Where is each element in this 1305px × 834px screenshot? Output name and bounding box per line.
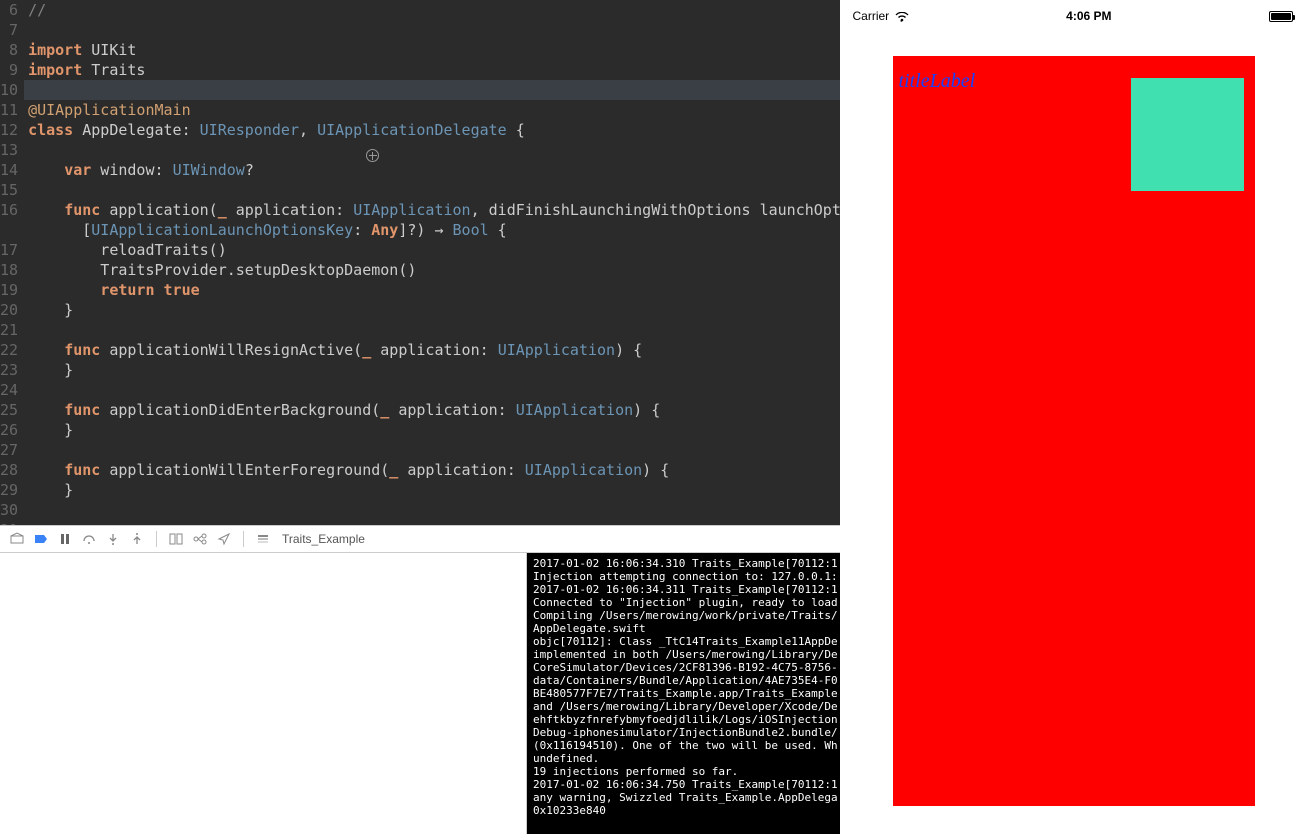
line-number: 10 (0, 80, 18, 100)
wifi-icon (895, 11, 909, 21)
caret-indicator-icon (366, 149, 379, 162)
console-output[interactable]: 2017-01-02 16:06:34.310 Traits_Example[7… (527, 553, 840, 834)
code-line[interactable]: func application(_ application: UIApplic… (24, 200, 840, 220)
clock-label: 4:06 PM (1066, 9, 1111, 23)
code-line[interactable]: func applicationDidEnterBackground(_ app… (24, 400, 840, 420)
breakpoint-icon[interactable] (32, 530, 50, 548)
line-gutter: 678910111213141516 1718192021222324252627… (0, 0, 24, 525)
code-line[interactable] (24, 380, 840, 400)
code-line[interactable] (24, 180, 840, 200)
step-over-icon[interactable] (80, 530, 98, 548)
line-number: 18 (0, 260, 18, 280)
line-number: 19 (0, 280, 18, 300)
line-number: 15 (0, 180, 18, 200)
code-line[interactable]: // (24, 0, 840, 20)
debug-view-icon[interactable] (167, 530, 185, 548)
line-number: 28 (0, 460, 18, 480)
line-number: 25 (0, 400, 18, 420)
code-line[interactable] (24, 440, 840, 460)
line-number: 6 (0, 0, 18, 20)
process-name[interactable]: Traits_Example (282, 532, 365, 546)
code-line[interactable]: } (24, 300, 840, 320)
code-line[interactable]: } (24, 480, 840, 500)
code-line[interactable]: } (24, 360, 840, 380)
line-number (0, 220, 18, 240)
code-line[interactable] (24, 500, 840, 520)
line-number: 30 (0, 500, 18, 520)
debug-bar: Traits_Example (0, 525, 840, 553)
code-line[interactable]: import UIKit (24, 40, 840, 60)
variables-view[interactable] (0, 553, 527, 834)
memory-graph-icon[interactable] (191, 530, 209, 548)
code-line[interactable] (24, 320, 840, 340)
line-number: 17 (0, 240, 18, 260)
line-number: 13 (0, 140, 18, 160)
code-line[interactable]: return true (24, 280, 840, 300)
green-box-view (1131, 78, 1244, 191)
line-number: 9 (0, 60, 18, 80)
pause-icon[interactable] (56, 530, 74, 548)
line-number: 20 (0, 300, 18, 320)
code-line[interactable]: func applicationWillEnterForeground(_ ap… (24, 460, 840, 480)
battery-icon (1269, 11, 1293, 22)
code-line[interactable] (24, 140, 840, 160)
code-line[interactable]: @UIApplicationMain (24, 100, 840, 120)
code-editor[interactable]: 678910111213141516 1718192021222324252627… (0, 0, 840, 525)
code-line[interactable]: var window: UIWindow? (24, 160, 840, 180)
line-number: 27 (0, 440, 18, 460)
line-number: 21 (0, 320, 18, 340)
toggle-debug-icon[interactable] (8, 530, 26, 548)
code-line[interactable]: func applicationWillResignActive(_ appli… (24, 340, 840, 360)
code-line[interactable] (24, 20, 840, 40)
line-number: 11 (0, 100, 18, 120)
step-in-icon[interactable] (104, 530, 122, 548)
line-number: 16 (0, 200, 18, 220)
line-number: 22 (0, 340, 18, 360)
line-number: 12 (0, 120, 18, 140)
line-number: 8 (0, 40, 18, 60)
carrier-label: Carrier (853, 9, 890, 23)
location-icon[interactable] (215, 530, 233, 548)
code-line[interactable] (24, 520, 840, 525)
code-line[interactable]: reloadTraits() (24, 240, 840, 260)
status-bar: Carrier 4:06 PM (847, 6, 1299, 26)
title-label: titleLabel (899, 70, 976, 93)
line-number: 31 (0, 520, 18, 525)
code-line[interactable]: TraitsProvider.setupDesktopDaemon() (24, 260, 840, 280)
code-line[interactable]: } (24, 420, 840, 440)
code-line[interactable]: class AppDelegate: UIResponder, UIApplic… (24, 120, 840, 140)
step-out-icon[interactable] (128, 530, 146, 548)
app-root-view[interactable]: titleLabel (893, 56, 1255, 806)
code-line[interactable]: [UIApplicationLaunchOptionsKey: Any]?) →… (24, 220, 840, 240)
line-number: 14 (0, 160, 18, 180)
line-number: 29 (0, 480, 18, 500)
ios-simulator: Carrier 4:06 PM titleLabel (847, 6, 1299, 826)
code-line[interactable]: import Traits (24, 60, 840, 80)
line-number: 7 (0, 20, 18, 40)
line-number: 26 (0, 420, 18, 440)
line-number: 23 (0, 360, 18, 380)
line-number: 24 (0, 380, 18, 400)
stack-icon[interactable] (254, 530, 272, 548)
code-line[interactable] (24, 80, 840, 100)
code-body[interactable]: // import UIKitimport Traits @UIApplicatio… (24, 0, 840, 525)
